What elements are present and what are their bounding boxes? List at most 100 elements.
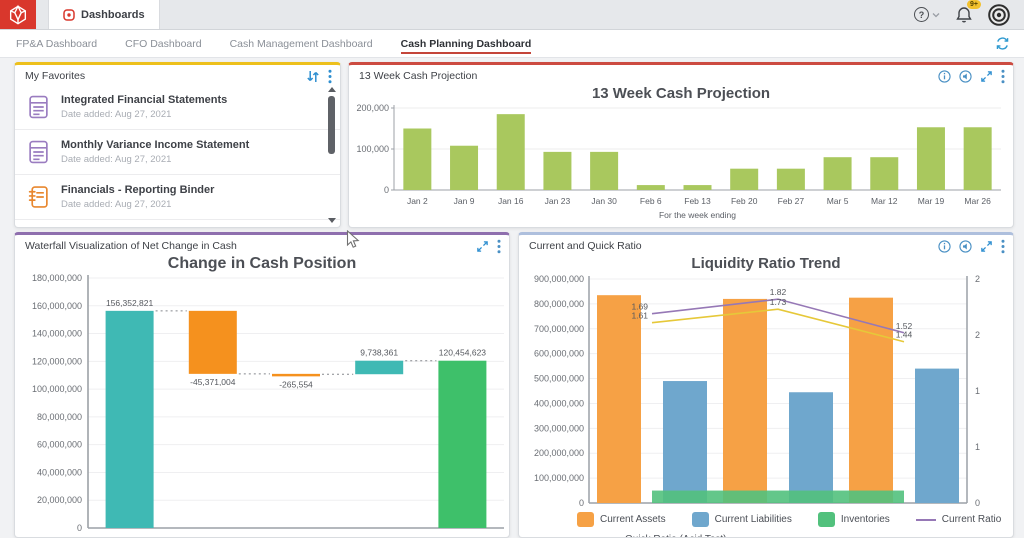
- cash-projection-bar-chart: 0100,000200,000Jan 2Jan 9Jan 16Jan 23Jan…: [349, 103, 1013, 225]
- svg-text:1.61: 1.61: [631, 311, 648, 321]
- scroll-down-icon[interactable]: [328, 218, 336, 223]
- binder-icon: [27, 184, 50, 210]
- tab-cash-management-dashboard[interactable]: Cash Management Dashboard: [230, 30, 373, 57]
- list-item[interactable]: Integrated Financial Statements Date add…: [15, 85, 340, 130]
- svg-text:0: 0: [384, 185, 389, 195]
- chevron-down-icon: [932, 12, 940, 18]
- favorite-date: Date added: Aug 27, 2021: [61, 109, 227, 120]
- user-avatar[interactable]: [988, 4, 1010, 26]
- legend-label: Current Assets: [600, 514, 666, 525]
- info-icon[interactable]: [938, 70, 951, 83]
- svg-text:Feb 13: Feb 13: [684, 196, 711, 206]
- svg-text:Jan 23: Jan 23: [545, 196, 571, 206]
- more-options-icon[interactable]: [1001, 239, 1005, 254]
- svg-text:140,000,000: 140,000,000: [32, 329, 82, 339]
- liquidity-chart-title: Liquidity Ratio Trend: [519, 255, 1013, 273]
- svg-text:2: 2: [975, 330, 980, 340]
- expand-icon[interactable]: [980, 240, 993, 253]
- svg-text:0: 0: [579, 498, 584, 507]
- audio-annotation-icon[interactable]: [959, 70, 972, 83]
- svg-text:200,000,000: 200,000,000: [534, 448, 584, 458]
- cash-projection-panel: 13 Week Cash Projection 13 Week Cash Pro…: [348, 62, 1014, 228]
- projection-chart-title: 13 Week Cash Projection: [349, 85, 1013, 103]
- svg-text:300,000,000: 300,000,000: [534, 423, 584, 433]
- legend-item[interactable]: Current Liabilities: [692, 512, 792, 527]
- top-bar: Dashboards ? 9+: [0, 0, 1024, 30]
- svg-text:900,000,000: 900,000,000: [534, 274, 584, 284]
- svg-text:Feb 6: Feb 6: [640, 196, 662, 206]
- dashboards-app-tab[interactable]: Dashboards: [48, 0, 160, 29]
- favorite-name: Integrated Financial Statements: [61, 94, 227, 106]
- legend-swatch: [577, 512, 594, 527]
- svg-text:0: 0: [975, 498, 980, 507]
- expand-icon[interactable]: [476, 240, 489, 253]
- svg-text:180,000,000: 180,000,000: [32, 273, 82, 283]
- favorites-list: Integrated Financial Statements Date add…: [15, 85, 340, 228]
- waterfall-chart-title: Change in Cash Position: [15, 255, 509, 273]
- report-icon: [27, 94, 50, 120]
- list-item[interactable]: Financials - Reporting Binder Date added…: [15, 175, 340, 220]
- legend-item[interactable]: Current Ratio: [916, 514, 1001, 525]
- scroll-up-icon[interactable]: [328, 87, 336, 92]
- my-favorites-panel: My Favorites Integrated Financial Statem…: [14, 62, 341, 228]
- refresh-button[interactable]: [995, 36, 1010, 51]
- dashboard-tab-bar: FP&A Dashboard CFO Dashboard Cash Manage…: [0, 30, 1024, 58]
- waterfall-panel: Waterfall Visualization of Net Change in…: [14, 232, 510, 538]
- favorite-name: Monthly Variance Income Statement: [61, 139, 249, 151]
- svg-text:Jan 2: Jan 2: [407, 196, 428, 206]
- svg-text:1.82: 1.82: [770, 287, 787, 297]
- tab-cash-planning-dashboard[interactable]: Cash Planning Dashboard: [401, 30, 532, 57]
- svg-text:Mar 26: Mar 26: [964, 196, 991, 206]
- svg-text:120,454,623: 120,454,623: [439, 348, 487, 358]
- svg-text:2: 2: [975, 274, 980, 284]
- svg-text:600,000,000: 600,000,000: [534, 349, 584, 359]
- legend-swatch: [818, 512, 835, 527]
- projection-panel-title: 13 Week Cash Projection: [359, 70, 477, 82]
- liquidity-panel-title: Current and Quick Ratio: [529, 240, 642, 252]
- svg-text:80,000,000: 80,000,000: [37, 412, 82, 422]
- legend-item[interactable]: Quick Ratio (Acid Test): [599, 534, 727, 538]
- favorite-date: Date added: Aug 27, 2021: [61, 199, 214, 210]
- svg-text:For the week ending: For the week ending: [659, 210, 736, 220]
- svg-text:Jan 9: Jan 9: [454, 196, 475, 206]
- more-options-icon[interactable]: [1001, 69, 1005, 84]
- expand-icon[interactable]: [980, 70, 993, 83]
- more-options-icon[interactable]: [328, 69, 332, 84]
- legend-item[interactable]: Inventories: [818, 512, 890, 527]
- list-item[interactable]: Monthly Variance Income Statement Date a…: [15, 130, 340, 175]
- notifications-button[interactable]: 9+: [956, 6, 972, 23]
- svg-text:Jan 30: Jan 30: [591, 196, 617, 206]
- svg-text:Mar 19: Mar 19: [918, 196, 945, 206]
- sort-icon[interactable]: [306, 70, 320, 83]
- svg-text:800,000,000: 800,000,000: [534, 299, 584, 309]
- legend-label: Current Liabilities: [715, 514, 792, 525]
- svg-text:100,000,000: 100,000,000: [534, 473, 584, 483]
- svg-text:500,000,000: 500,000,000: [534, 374, 584, 384]
- svg-text:700,000,000: 700,000,000: [534, 324, 584, 334]
- tab-fpa-dashboard[interactable]: FP&A Dashboard: [16, 30, 97, 57]
- svg-text:-45,371,004: -45,371,004: [190, 377, 236, 387]
- list-item[interactable]: Report Package - Financial Statements Da…: [15, 220, 340, 228]
- more-options-icon[interactable]: [497, 239, 501, 254]
- scrollbar-thumb[interactable]: [328, 96, 335, 154]
- favorite-name: Financials - Reporting Binder: [61, 184, 214, 196]
- legend-swatch: [692, 512, 709, 527]
- svg-text:Mar 12: Mar 12: [871, 196, 898, 206]
- favorites-scrollbar[interactable]: [327, 87, 337, 223]
- notification-badge: 9+: [967, 0, 981, 9]
- legend-item[interactable]: Current Assets: [577, 512, 666, 527]
- report-icon: [27, 139, 50, 165]
- legend-label: Inventories: [841, 514, 890, 525]
- svg-text:Mar 5: Mar 5: [827, 196, 849, 206]
- audio-annotation-icon[interactable]: [959, 240, 972, 253]
- tab-cfo-dashboard[interactable]: CFO Dashboard: [125, 30, 201, 57]
- liquidity-legend: Current Assets Current Liabilities Invento…: [519, 512, 1013, 527]
- help-menu[interactable]: ?: [914, 7, 940, 22]
- legend-swatch: [916, 519, 936, 521]
- liquidity-panel: Current and Quick Ratio Liquidity Ratio …: [518, 232, 1014, 538]
- info-icon[interactable]: [938, 240, 951, 253]
- svg-text:40,000,000: 40,000,000: [37, 467, 82, 477]
- svg-text:100,000,000: 100,000,000: [32, 384, 82, 394]
- app-logo[interactable]: [0, 0, 36, 29]
- svg-text:400,000,000: 400,000,000: [534, 398, 584, 408]
